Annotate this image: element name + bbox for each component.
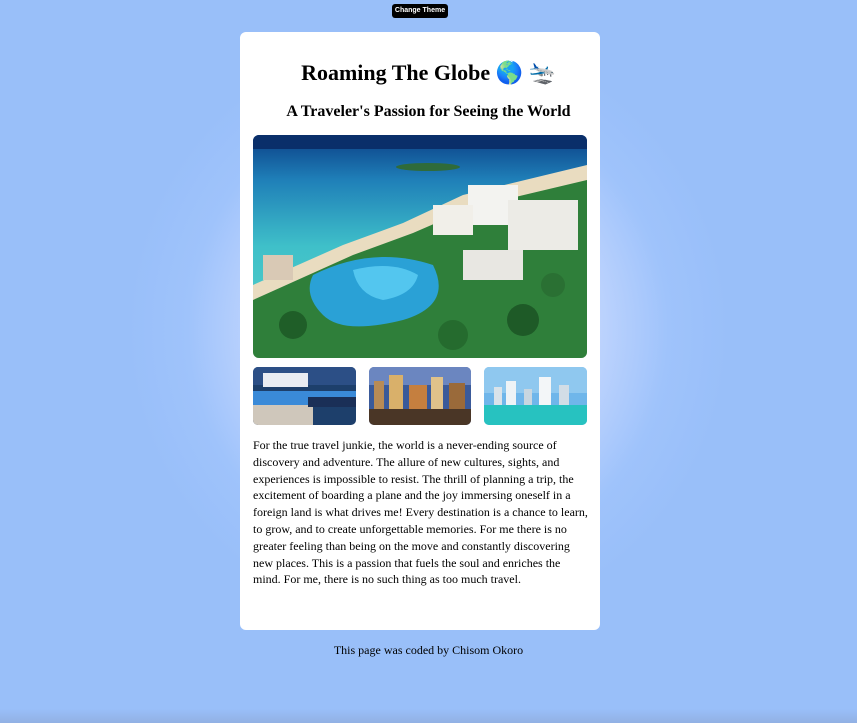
footer-credit: This page was coded by Chisom Okoro <box>333 643 524 657</box>
passion-paragraph: For the true travel junkie, the world is… <box>253 438 588 587</box>
thumbnail-image-1 <box>253 367 356 425</box>
change-theme-button[interactable]: Change Theme <box>392 4 448 18</box>
page-title: Roaming The Globe 🌎 🛬 <box>301 60 556 85</box>
hero-image <box>253 135 587 358</box>
thumbnail-image-2 <box>369 367 471 425</box>
thumbnail-image-3 <box>484 367 587 425</box>
page-subtitle: A Traveler's Passion for Seeing the Worl… <box>286 103 571 120</box>
bottom-shadow <box>0 709 857 723</box>
